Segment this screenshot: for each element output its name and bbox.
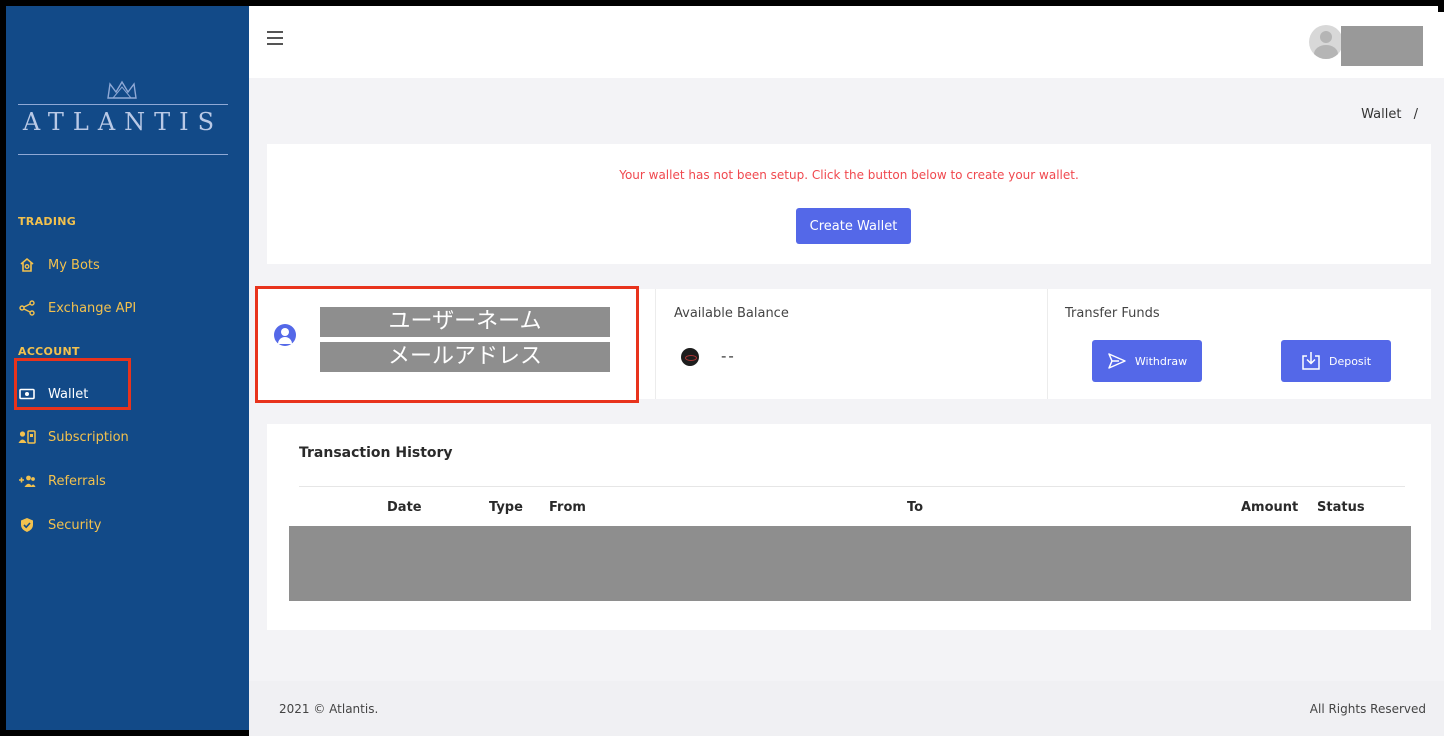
sidebar-item-exchange-api[interactable]: Exchange API — [18, 289, 136, 327]
available-balance-label: Available Balance — [674, 306, 789, 321]
coin-icon — [681, 348, 699, 366]
sidebar-item-label: My Bots — [48, 257, 100, 273]
user-circle-icon — [274, 324, 296, 346]
footer-copyright: 2021 © Atlantis. — [279, 702, 379, 716]
sidebar-item-label: Referrals — [48, 473, 106, 489]
sidebar-item-label: Security — [48, 517, 102, 533]
deposit-button[interactable]: Deposit — [1281, 340, 1391, 382]
footer-rights: All Rights Reserved — [1309, 702, 1426, 716]
wallet-setup-notice: Your wallet has not been setup. Click th… — [267, 144, 1431, 264]
wallet-highlight-box — [14, 358, 131, 410]
wallet-setup-message: Your wallet has not been setup. Click th… — [619, 168, 1079, 182]
divider — [655, 289, 656, 399]
main-content: Wallet / Your wallet has not been setup.… — [249, 78, 1444, 681]
crown-icon — [107, 80, 137, 99]
balance-value: -- — [721, 347, 736, 365]
transaction-history-card: Transaction History Date Type From To Am… — [267, 424, 1431, 630]
withdraw-button[interactable]: Withdraw — [1092, 340, 1202, 382]
breadcrumb: Wallet / — [1361, 107, 1418, 122]
deposit-label: Deposit — [1328, 354, 1372, 368]
sidebar-item-my-bots[interactable]: My Bots — [18, 246, 100, 284]
breadcrumb-separator: / — [1413, 107, 1418, 122]
transaction-rows-redacted — [289, 526, 1411, 601]
user-name-redacted[interactable] — [1341, 26, 1423, 66]
sidebar-item-label: Exchange API — [48, 300, 137, 316]
avatar[interactable] — [1309, 25, 1343, 59]
sidebar-item-label: Subscription — [48, 429, 129, 445]
email-field: メールアドレス — [320, 342, 610, 372]
topbar — [249, 12, 1444, 78]
sidebar-item-referrals[interactable]: Referrals — [18, 462, 106, 500]
divider — [1047, 289, 1048, 399]
table-header: Date Type From To Amount Status — [299, 486, 1405, 526]
add-users-icon — [18, 472, 36, 490]
column-header-type[interactable]: Type — [489, 500, 523, 515]
user-profile-box: ユーザーネーム メールアドレス — [255, 286, 639, 403]
brand-name: ATLANTIS — [22, 108, 224, 136]
column-header-status[interactable]: Status — [1317, 500, 1365, 515]
transfer-funds-label: Transfer Funds — [1065, 306, 1160, 321]
sidebar-item-subscription[interactable]: Subscription — [18, 418, 129, 456]
share-icon — [18, 299, 36, 317]
sidebar: ATLANTIS TRADING My Bots Exchange API AC… — [6, 6, 249, 730]
column-header-from[interactable]: From — [549, 500, 586, 515]
create-wallet-button[interactable]: Create Wallet — [796, 208, 911, 244]
sidebar-item-security[interactable]: Security — [18, 506, 101, 544]
column-header-to[interactable]: To — [907, 500, 923, 515]
nav-section-trading: TRADING — [18, 215, 77, 228]
column-header-amount[interactable]: Amount — [1241, 500, 1298, 515]
menu-toggle-icon[interactable] — [267, 31, 283, 45]
home-icon — [18, 256, 36, 274]
download-icon — [1301, 351, 1321, 371]
withdraw-label: Withdraw — [1134, 354, 1188, 368]
app-frame: ATLANTIS TRADING My Bots Exchange API AC… — [0, 0, 1444, 736]
shield-icon — [18, 516, 36, 534]
column-header-date[interactable]: Date — [387, 500, 422, 515]
brand-logo[interactable]: ATLANTIS — [18, 76, 228, 156]
logo-divider-bottom — [18, 154, 228, 155]
footer: 2021 © Atlantis. All Rights Reserved — [249, 681, 1444, 736]
transaction-history-title: Transaction History — [299, 445, 453, 461]
username-field: ユーザーネーム — [320, 307, 610, 337]
nav-section-account: ACCOUNT — [18, 345, 80, 358]
send-icon — [1107, 351, 1127, 371]
logo-divider-top — [18, 104, 228, 105]
breadcrumb-current: Wallet — [1361, 107, 1402, 122]
subscription-icon — [18, 428, 36, 446]
